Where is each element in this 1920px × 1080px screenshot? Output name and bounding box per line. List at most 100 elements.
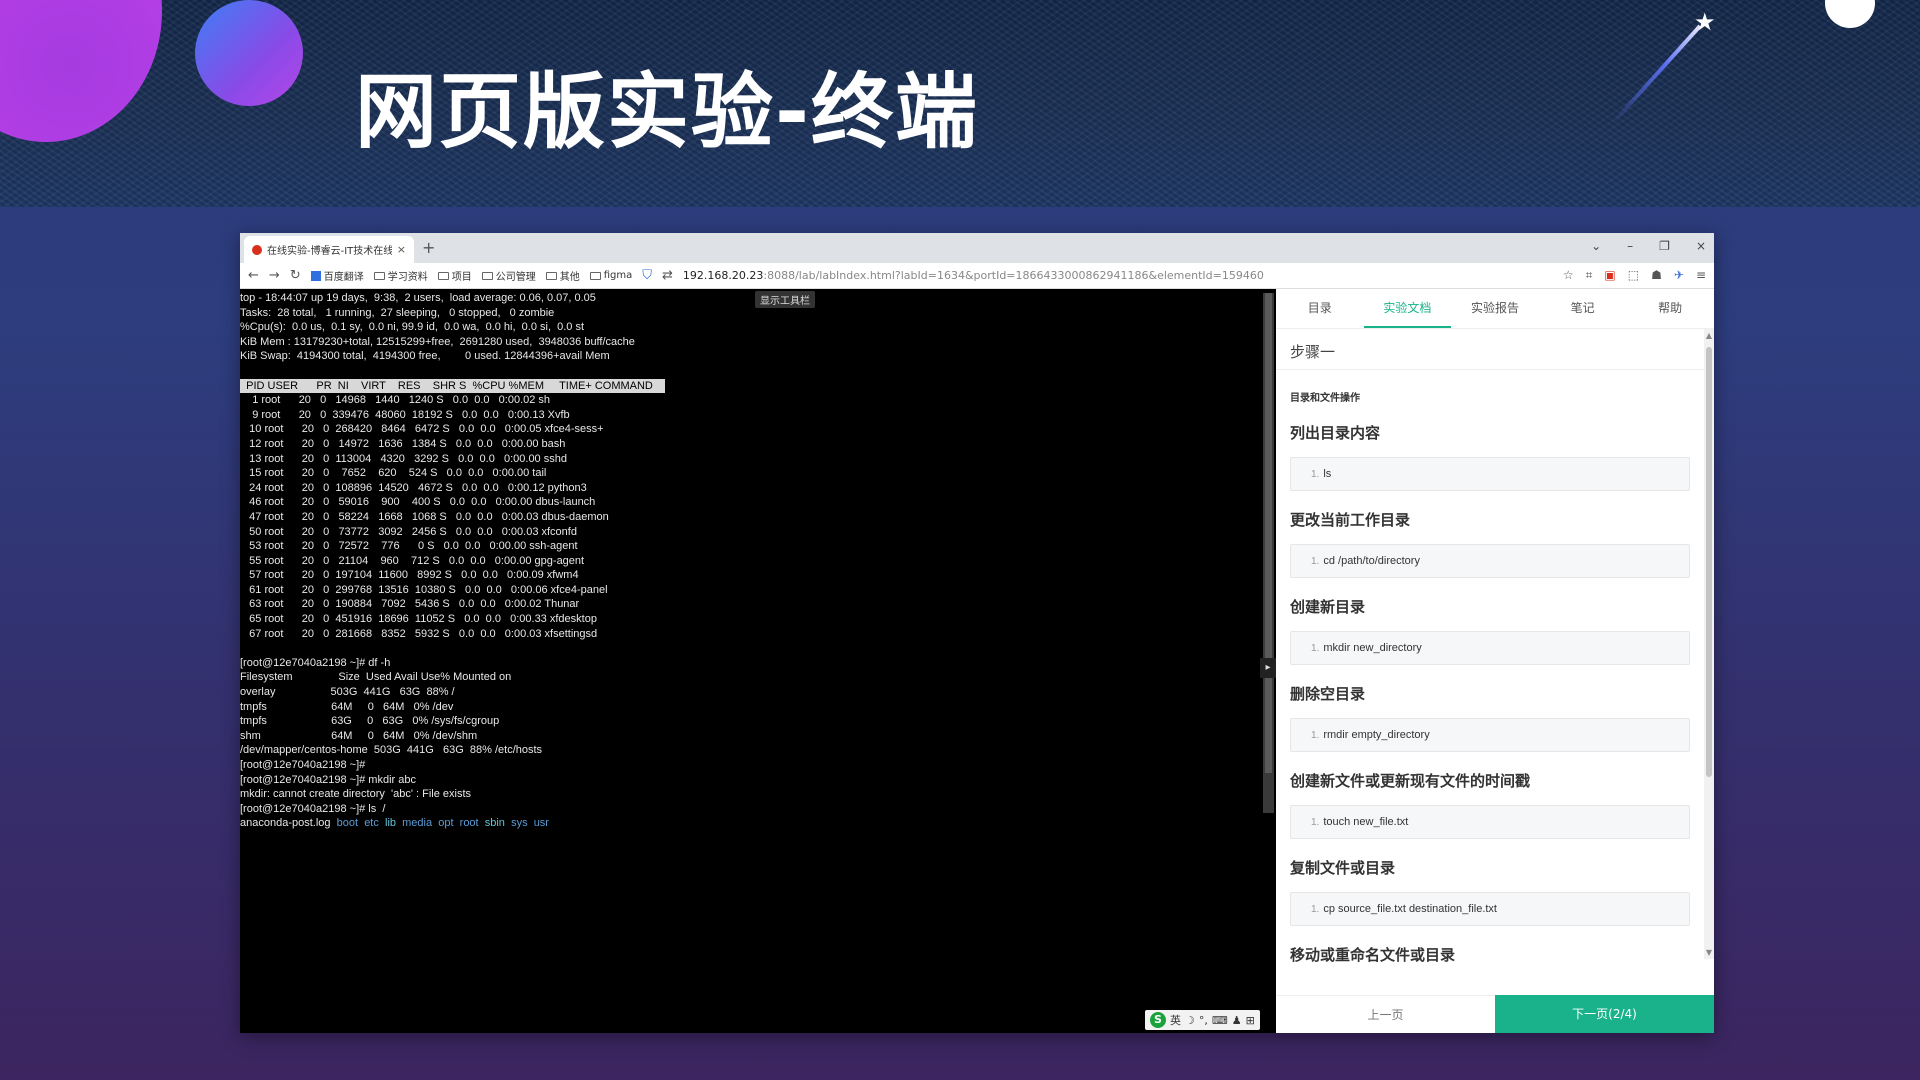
- process-row: 61 root 20 0 299768 13516 10380 S 0.0 0.…: [240, 583, 608, 596]
- bookmark-item[interactable]: figma: [589, 268, 633, 283]
- code-block[interactable]: 1. cd /path/to/directory: [1290, 544, 1690, 578]
- tab-bar: 在线实验-博睿云-IT技术在线教 × + ⌄ – ❐ ×: [240, 233, 1714, 263]
- crop-icon[interactable]: ⌗: [1586, 268, 1593, 283]
- url-host: 192.168.20.23: [682, 269, 764, 282]
- scroll-up-icon[interactable]: ▲: [1704, 331, 1714, 340]
- tab-close-icon[interactable]: ×: [397, 243, 406, 256]
- forward-icon[interactable]: →: [269, 268, 280, 283]
- ls-directory: media: [402, 817, 433, 830]
- keyboard-icon[interactable]: ⌨: [1212, 1014, 1228, 1027]
- minimize-icon[interactable]: –: [1627, 239, 1633, 253]
- process-row: 1 root 20 0 14968 1440 1240 S 0.0 0.0 0:…: [240, 394, 551, 407]
- slide-banner: ★ 网页版实验-终端: [0, 0, 1920, 207]
- url-path: :8088/lab/labIndex.html?labId=1634&portI…: [763, 269, 1264, 282]
- doc-heading: 移动或重命名文件或目录: [1290, 946, 1456, 964]
- bookmark-star-icon[interactable]: ☆: [1563, 268, 1574, 283]
- show-toolbar-button[interactable]: 显示工具栏: [755, 291, 815, 308]
- code-block[interactable]: 1. cp source_file.txt destination_file.tx…: [1290, 892, 1690, 926]
- back-icon[interactable]: ←: [248, 268, 259, 283]
- browser-toolbar: ← → ↻ 百度翻译 学习资料 项目 公司管理 其他 figma ⛉ ⇄ 192.168.…: [240, 263, 1714, 289]
- panel-tab[interactable]: 目录: [1276, 289, 1364, 328]
- close-window-icon[interactable]: ×: [1696, 239, 1706, 253]
- bookmark-label: 百度翻译: [323, 272, 364, 283]
- panel-tab[interactable]: 实验报告: [1451, 289, 1539, 328]
- reload-icon[interactable]: ↻: [290, 268, 301, 283]
- process-table-header: PID USER PR NI VIRT RES SHR S %CPU %MEM …: [240, 378, 665, 394]
- toolbar-extensions: ☆ ⌗ ▣ ⬚ ☗ ✈ ≡: [1563, 268, 1706, 283]
- robot-icon[interactable]: ☗: [1651, 268, 1662, 283]
- puzzle-icon[interactable]: ⬚: [1628, 268, 1639, 283]
- scroll-down-icon[interactable]: ▼: [1704, 948, 1714, 957]
- terminal-line: [root@12e7040a2198 ~]#: [240, 759, 366, 771]
- prev-page-button[interactable]: 上一页: [1276, 995, 1495, 1033]
- doc-heading: 创建新目录: [1290, 598, 1366, 616]
- ime-toolbar[interactable]: S 英 ☽ °, ⌨ ♟ ⊞: [1145, 1010, 1260, 1030]
- ls-directory: root: [459, 817, 479, 830]
- terminal-line: [root@12e7040a2198 ~]# ls /: [240, 802, 386, 815]
- ls-directory: etc: [364, 817, 379, 830]
- code-line-number: 1.: [1311, 903, 1320, 915]
- code-line-number: 1.: [1311, 816, 1320, 828]
- bookmark-item[interactable]: 公司管理: [481, 268, 536, 283]
- panel-scrollbar-thumb[interactable]: [1706, 347, 1712, 777]
- bookmark-item[interactable]: 学习资料: [373, 268, 428, 283]
- terminal-line: shm 64M 0 64M 0% /dev/shm: [240, 729, 478, 742]
- panel-tab[interactable]: 笔记: [1539, 289, 1627, 328]
- terminal-line: [root@12e7040a2198 ~]# mkdir abc: [240, 773, 416, 786]
- code-block[interactable]: 1. rmdir empty_directory: [1290, 718, 1690, 752]
- code-line-number: 1.: [1311, 729, 1320, 741]
- code-text: ls: [1323, 468, 1332, 480]
- address-bar[interactable]: 192.168.20.23:8088/lab/labIndex.html?lab…: [683, 269, 1264, 282]
- menu-icon[interactable]: ≡: [1696, 268, 1706, 283]
- moon-icon[interactable]: ☽: [1185, 1014, 1195, 1027]
- doc-heading: 更改当前工作目录: [1290, 511, 1411, 529]
- window-controls: ⌄ – ❐ ×: [1591, 239, 1706, 253]
- shield-icon: ⛉: [642, 268, 652, 283]
- code-text: touch new_file.txt: [1323, 816, 1409, 828]
- next-page-button[interactable]: 下一页(2/4): [1495, 995, 1714, 1033]
- permissions-icon[interactable]: ⇄: [662, 268, 673, 283]
- process-row: 57 root 20 0 197104 11600 8992 S 0.0 0.0…: [240, 569, 579, 582]
- bird-icon[interactable]: ✈: [1674, 268, 1684, 283]
- section-title: 目录和文件操作: [1290, 393, 1360, 404]
- ls-directory: sys: [511, 817, 528, 830]
- restore-icon[interactable]: ❐: [1659, 239, 1670, 253]
- doc-content: 目录和文件操作 列出目录内容 1. ls 更改当前工作目录 1. cd /path/to/…: [1290, 379, 1690, 965]
- bookmark-item[interactable]: 其他: [545, 268, 580, 283]
- bookmark-item[interactable]: 百度翻译: [310, 268, 364, 283]
- bookmark-item[interactable]: 项目: [437, 268, 472, 283]
- code-text: cp source_file.txt destination_file.txt: [1323, 903, 1497, 915]
- code-line-number: 1.: [1311, 642, 1320, 654]
- translate-icon: [310, 270, 321, 281]
- panel-tab[interactable]: 帮助: [1626, 289, 1714, 328]
- panel-scrollbar[interactable]: ▲ ▼: [1704, 329, 1714, 959]
- new-tab-button[interactable]: +: [422, 238, 435, 257]
- terminal-scrollbar-thumb[interactable]: [1265, 293, 1272, 773]
- star-icon: ★: [1694, 8, 1716, 36]
- grid-icon[interactable]: ⊞: [1246, 1014, 1255, 1027]
- panel-tab[interactable]: 实验文档: [1363, 289, 1452, 328]
- step-title: 步骤一: [1290, 343, 1336, 361]
- process-row: 50 root 20 0 73772 3092 2456 S 0.0 0.0 0…: [240, 525, 577, 538]
- code-block[interactable]: 1. ls: [1290, 457, 1690, 491]
- browser-tab[interactable]: 在线实验-博睿云-IT技术在线教 ×: [244, 236, 414, 263]
- terminal[interactable]: top - 18:44:07 up 19 days, 9:38, 2 users…: [240, 289, 1276, 1033]
- terminal-scrollbar[interactable]: [1263, 293, 1274, 813]
- punctuation-icon[interactable]: °,: [1199, 1014, 1208, 1027]
- panel-tabs: 目录 实验文档 实验报告 笔记 帮助: [1276, 289, 1714, 329]
- user-icon[interactable]: ♟: [1232, 1014, 1242, 1027]
- pager: 上一页 下一页(2/4): [1276, 995, 1714, 1033]
- extension-badge-icon[interactable]: ▣: [1604, 268, 1615, 283]
- terminal-line: %Cpu(s): 0.0 us, 0.1 sy, 0.0 ni, 99.9 id…: [240, 321, 585, 334]
- code-block[interactable]: 1. mkdir new_directory: [1290, 631, 1690, 665]
- folder-icon: [437, 271, 449, 280]
- ls-directory: sbin: [484, 817, 505, 830]
- terminal-line: /dev/mapper/centos-home 503G 441G 63G 88…: [240, 744, 543, 757]
- bookmark-label: figma: [603, 270, 633, 281]
- ime-mode-label[interactable]: 英: [1170, 1012, 1181, 1028]
- panel-toggle-arrow-icon[interactable]: ▸: [1260, 658, 1276, 678]
- tab-search-icon[interactable]: ⌄: [1591, 239, 1601, 253]
- code-block[interactable]: 1. touch new_file.txt: [1290, 805, 1690, 839]
